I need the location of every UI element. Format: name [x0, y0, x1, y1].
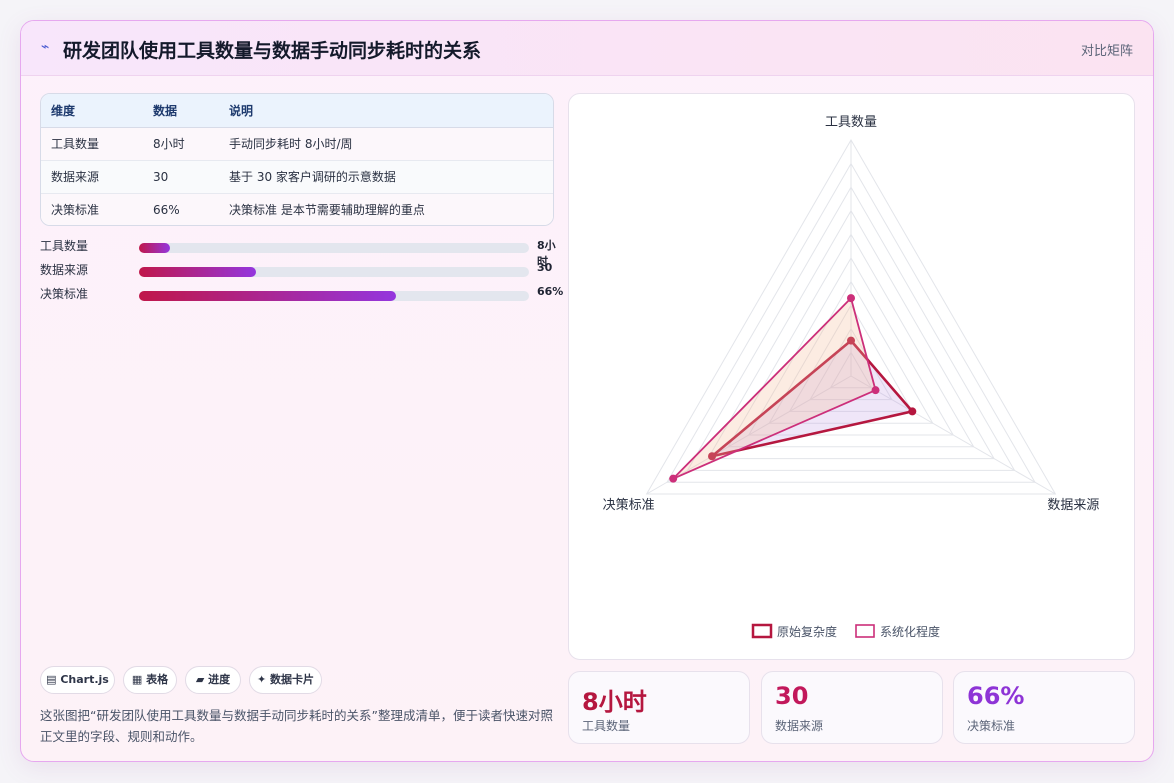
progress-list: 工具数量 8小时 数据来源 30 决策标准 66% [40, 237, 564, 309]
chip-progress[interactable]: ▰ 进度 [185, 666, 241, 694]
chip-chartjs[interactable]: ▤ Chart.js [40, 666, 115, 694]
stat-value: 66% [967, 682, 1025, 710]
chip-table[interactable]: ▦ 表格 [123, 666, 177, 694]
radar-axis-label: 决策标准 [603, 497, 655, 513]
stat-label: 工具数量 [582, 719, 631, 733]
table-cell: 8小时 [143, 127, 219, 161]
stat-card: 30 数据来源 [761, 671, 943, 744]
stat-card: 8小时 工具数量 [568, 671, 750, 744]
table-header-cell: 说明 [219, 94, 553, 128]
legend-label: 系统化程度 [880, 624, 940, 639]
data-table: 维度 数据 说明 工具数量 8小时 手动同步耗时 8小时/周 数据来源 30 基… [40, 93, 554, 226]
table-row: 决策标准 66% 决策标准 是本节需要辅助理解的重点 [41, 193, 553, 225]
table-row: 数据来源 30 基于 30 家客户调研的示意数据 [41, 160, 553, 194]
table-cell: 66% [153, 202, 180, 217]
stat-label: 数据来源 [775, 719, 824, 733]
legend-swatch [751, 623, 773, 639]
progress-fill [139, 243, 171, 253]
table-cell: 决策标准 [51, 203, 100, 218]
header: ⌁ 研发团队使用工具数量与数据手动同步耗时的关系 对比矩阵 [21, 21, 1153, 76]
table-cell: 30 [143, 160, 219, 194]
table-cell: 数据来源 [41, 160, 143, 194]
chart-line-icon: ⌁ [41, 39, 50, 55]
table-header-cell: 数据 [143, 94, 219, 128]
stat-value: 8小时 [582, 688, 647, 716]
table-cell: 决策标准 是本节需要辅助理解的重点 [229, 203, 425, 218]
table-header-cell: 维度 [41, 94, 143, 128]
chip-data-card[interactable]: ✦ 数据卡片 [249, 666, 322, 694]
radar-series-area [672, 297, 877, 480]
legend-label: 原始复杂度 [777, 624, 837, 639]
stat-value: 30 [775, 682, 809, 710]
stat-label: 决策标准 [967, 719, 1016, 733]
progress-fill [139, 267, 256, 277]
radar-point [871, 386, 880, 395]
progress-row: 工具数量 8小时 [40, 237, 560, 268]
radar-axis-label: 工具数量 [825, 115, 877, 130]
table-cell: 工具数量 [41, 127, 143, 161]
progress-label: 决策标准 [40, 287, 89, 301]
radar-point [669, 474, 678, 483]
legend-swatch [855, 624, 875, 638]
chart-description: 这张图把“研发团队使用工具数量与数据手动同步耗时的关系”整理成清单，便于读者快速… [40, 708, 553, 744]
progress-row: 数据来源 30 [40, 261, 560, 285]
progress-label: 工具数量 [40, 239, 89, 253]
progress-track [139, 267, 529, 277]
progress-row: 决策标准 66% [40, 285, 564, 309]
table-cell: 基于 30 家客户调研的示意数据 [219, 160, 553, 194]
radar-axis-label: 数据来源 [1047, 498, 1099, 513]
progress-fill [139, 291, 397, 301]
table-row: 工具数量 8小时 手动同步耗时 8小时/周 [41, 127, 553, 161]
progress-label: 数据来源 [40, 263, 89, 277]
stat-card: 66% 决策标准 [953, 671, 1135, 744]
table-cell: 手动同步耗时 8小时/周 [219, 127, 553, 161]
radar-point [847, 294, 855, 303]
radar-point [908, 407, 917, 416]
main-card: ⌁ 研发团队使用工具数量与数据手动同步耗时的关系 对比矩阵 维度 数据 说明 工… [20, 20, 1154, 762]
progress-value: 30 [537, 261, 553, 274]
progress-track [139, 291, 529, 301]
page-title: 研发团队使用工具数量与数据手动同步耗时的关系 [63, 40, 482, 62]
radar-chart: 工具数量数据来源 决策标准原始复杂度 系统化程度 [568, 93, 1135, 660]
header-tag: 对比矩阵 [1080, 44, 1133, 59]
progress-track [139, 243, 529, 253]
radar-svg: 工具数量数据来源 决策标准原始复杂度 系统化程度 [603, 115, 1100, 639]
table-header-row: 维度 数据 说明 [41, 94, 553, 128]
progress-value: 66% [537, 285, 564, 298]
